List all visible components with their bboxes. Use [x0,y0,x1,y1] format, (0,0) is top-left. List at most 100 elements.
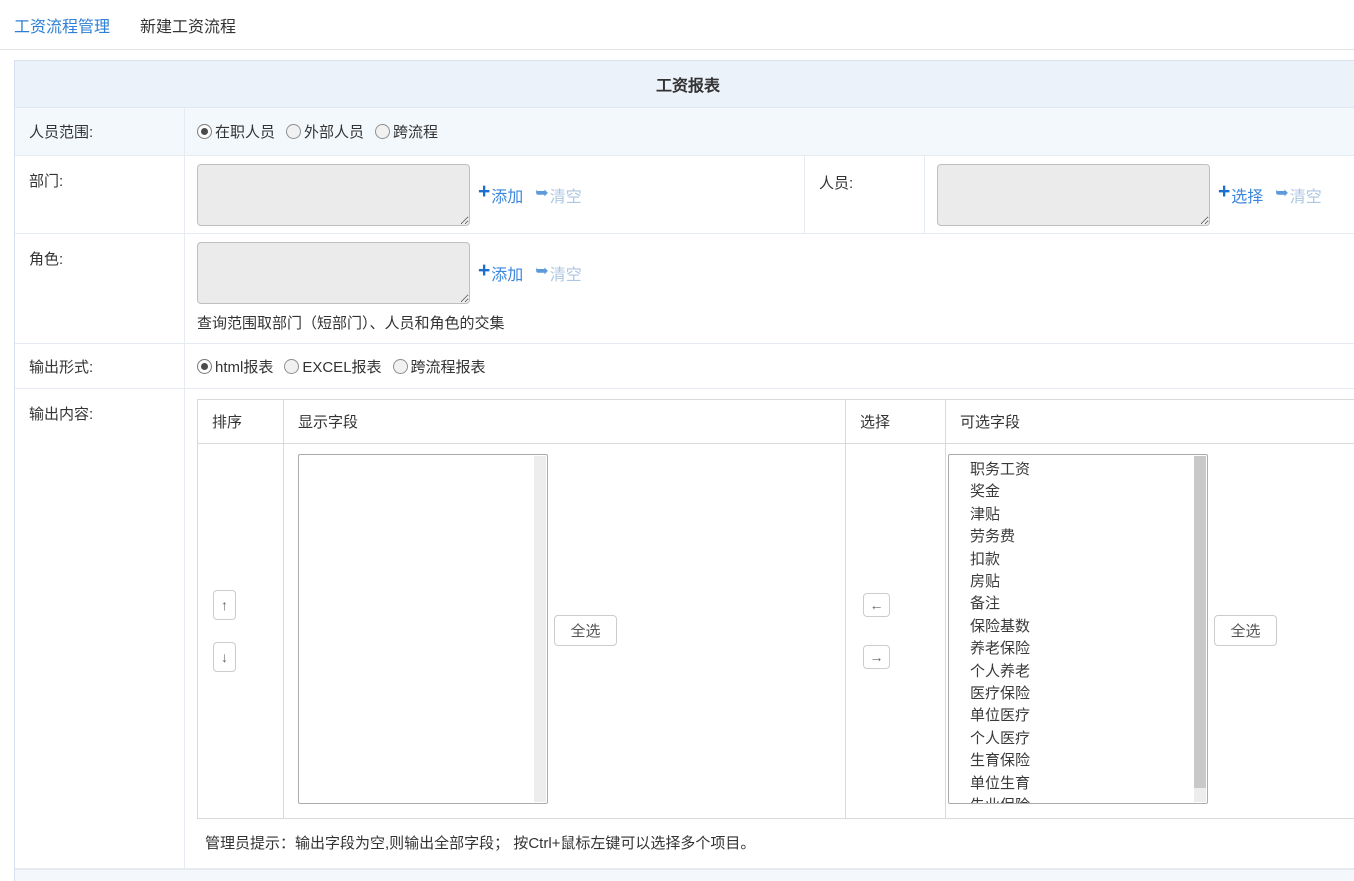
available-field-option[interactable]: 个人养老 [949,661,1207,683]
row-role: 角色: + 添加 ➥ 清空 查询范围取部门（短部门）、人员和角色的交集 [15,234,1354,344]
header-displayed-fields: 显示字段 [284,400,846,444]
add-label: 添加 [491,261,523,285]
radio-option-external-personnel[interactable]: 外部人员 [286,121,364,142]
admin-hint: 管理员提示：输出字段为空,则输出全部字段； 按Ctrl+鼠标左键可以选择多个项目… [197,819,1354,868]
right-arrow-icon: → [870,649,884,665]
role-textarea[interactable] [197,242,470,304]
output-format-label: 输出形式: [15,344,185,388]
next-row-sliver [15,869,1354,881]
radio-icon[interactable] [286,124,301,139]
scrollbar-track[interactable] [534,456,546,802]
plus-icon: + [1218,181,1230,202]
person-select-button[interactable]: + 选择 [1218,183,1263,207]
person-textarea[interactable] [937,164,1210,226]
available-field-option[interactable]: 房贴 [949,571,1207,593]
header-available-fields: 可选字段 [946,400,1354,444]
select-all-available-button[interactable]: 全选 [1214,615,1277,646]
person-clear-button[interactable]: ➥ 清空 [1275,183,1321,207]
plus-icon: + [478,181,490,202]
role-add-button[interactable]: + 添加 [478,261,523,285]
move-down-button[interactable]: ↓ [213,642,236,672]
nav-item-new-salary-process[interactable]: 新建工资流程 [140,13,236,37]
select-cell: ← → [846,444,946,819]
radio-label: 跨流程报表 [411,356,486,377]
row-output-format: 输出形式: html报表 EXCEL报表 跨流程报表 [15,344,1354,389]
role-label: 角色: [15,234,185,343]
available-field-option[interactable]: 职务工资 [949,459,1207,481]
header-select: 选择 [846,400,946,444]
radio-option-cross-process[interactable]: 跨流程 [375,121,438,142]
radio-option-html-report[interactable]: html报表 [197,356,273,377]
department-clear-button[interactable]: ➥ 清空 [535,183,581,207]
radio-option-cross-process-report[interactable]: 跨流程报表 [393,356,486,377]
radio-option-active-personnel[interactable]: 在职人员 [197,121,275,142]
available-field-option[interactable]: 劳务费 [949,526,1207,548]
available-field-option[interactable]: 保险基数 [949,616,1207,638]
curved-arrow-icon: ➥ [535,183,548,203]
select-label: 选择 [1231,183,1263,207]
output-content-cell: 排序 显示字段 选择 可选字段 ↑ ↓ [185,389,1354,868]
personnel-scope-label: 人员范围: [15,108,185,155]
move-up-button[interactable]: ↑ [213,590,236,620]
available-field-option[interactable]: 养老保险 [949,638,1207,660]
fields-transfer-table: 排序 显示字段 选择 可选字段 ↑ ↓ [197,399,1354,819]
left-arrow-icon: ← [870,597,884,613]
department-add-button[interactable]: + 添加 [478,183,523,207]
role-clear-button[interactable]: ➥ 清空 [535,261,581,285]
output-format-options: html报表 EXCEL报表 跨流程报表 [185,344,1354,388]
output-content-label: 输出内容: [15,389,185,868]
radio-icon[interactable] [197,124,212,139]
displayed-fields-cell: 全选 [284,444,846,819]
sort-cell: ↑ ↓ [198,444,284,819]
radio-icon[interactable] [197,359,212,374]
header-sort: 排序 [198,400,284,444]
row-output-content: 输出内容: 排序 显示字段 选择 可选字段 ↑ ↓ [15,389,1354,869]
available-field-option[interactable]: 失业保险 [949,795,1207,804]
radio-icon[interactable] [393,359,408,374]
available-field-option[interactable]: 单位生育 [949,773,1207,795]
available-fields-listbox[interactable]: 职务工资奖金津贴劳务费扣款房贴备注保险基数养老保险个人养老医疗保险单位医疗个人医… [948,454,1208,804]
select-all-displayed-button[interactable]: 全选 [554,615,617,646]
radio-label: 跨流程 [393,121,438,142]
personnel-scope-options: 在职人员 外部人员 跨流程 [185,108,1354,155]
available-field-option[interactable]: 奖金 [949,481,1207,503]
move-right-button[interactable]: → [863,645,890,669]
radio-label: 外部人员 [304,121,364,142]
up-arrow-icon: ↑ [221,597,228,613]
available-field-option[interactable]: 个人医疗 [949,728,1207,750]
curved-arrow-icon: ➥ [1275,183,1288,203]
available-field-option[interactable]: 扣款 [949,549,1207,571]
plus-icon: + [478,260,490,281]
available-field-option[interactable]: 备注 [949,593,1207,615]
available-field-option[interactable]: 津贴 [949,504,1207,526]
down-arrow-icon: ↓ [221,649,228,665]
nav-item-salary-process-management[interactable]: 工资流程管理 [14,13,110,37]
radio-label: html报表 [215,356,273,377]
person-label: 人员: [805,156,925,233]
scrollbar-thumb[interactable] [1194,456,1206,788]
salary-report-panel: 工资报表 人员范围: 在职人员 外部人员 跨流程 部门: + 添加 [14,60,1354,881]
department-content: + 添加 ➥ 清空 [185,156,805,233]
top-nav: 工资流程管理 新建工资流程 [0,0,1354,50]
add-label: 添加 [491,183,523,207]
row-department-person: 部门: + 添加 ➥ 清空 人员: + 选择 ➥ 清空 [15,156,1354,234]
clear-label: 清空 [1290,183,1322,207]
department-label: 部门: [15,156,185,233]
available-field-option[interactable]: 单位医疗 [949,705,1207,727]
role-content: + 添加 ➥ 清空 查询范围取部门（短部门）、人员和角色的交集 [185,234,1354,343]
radio-icon[interactable] [284,359,299,374]
clear-label: 清空 [550,261,582,285]
displayed-fields-listbox[interactable] [298,454,548,804]
department-textarea[interactable] [197,164,470,226]
available-field-option[interactable]: 生育保险 [949,750,1207,772]
role-scope-hint: 查询范围取部门（短部门）、人员和角色的交集 [197,312,1354,333]
radio-label: 在职人员 [215,121,275,142]
radio-label: EXCEL报表 [302,356,381,377]
available-field-option[interactable]: 医疗保险 [949,683,1207,705]
radio-option-excel-report[interactable]: EXCEL报表 [284,356,381,377]
move-left-button[interactable]: ← [863,593,890,617]
radio-icon[interactable] [375,124,390,139]
row-personnel-scope: 人员范围: 在职人员 外部人员 跨流程 [15,108,1354,156]
available-fields-cell: 职务工资奖金津贴劳务费扣款房贴备注保险基数养老保险个人养老医疗保险单位医疗个人医… [946,444,1354,819]
person-content: + 选择 ➥ 清空 [925,156,1354,233]
